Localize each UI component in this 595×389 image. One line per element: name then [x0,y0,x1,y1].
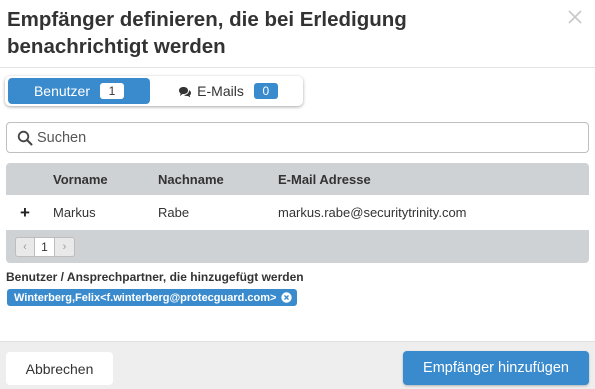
close-icon[interactable] [567,9,583,25]
column-header-nachname[interactable]: Nachname [158,163,224,195]
tab-emails-count-badge: 0 [253,83,278,99]
tab-benutzer-label: Benutzer [33,83,91,99]
column-header-vorname[interactable]: Vorname [53,163,108,195]
users-table: Vorname Nachname E-Mail Adresse + Markus… [6,163,589,263]
cell-email: markus.rabe@securitytrinity.com [278,205,467,220]
pager-current-page[interactable]: 1 [34,237,55,257]
column-header-email[interactable]: E-Mail Adresse [278,163,371,195]
tab-benutzer-count-badge: 1 [100,83,125,99]
table-pager: ‹ 1 › [6,230,589,263]
comments-icon [178,85,192,98]
dialog-header: Empfänger definieren, die bei Erledigung… [0,0,595,68]
add-row-button[interactable]: + [20,195,30,230]
recipient-chip-text: Winterberg,Felix<f.winterberg@protecguar… [14,291,277,304]
search-icon [17,130,33,146]
remove-circle-icon[interactable] [281,292,293,303]
tab-benutzer[interactable]: Benutzer 1 [8,78,150,104]
selected-recipients-label: Benutzer / Ansprechpartner, die hinzugef… [6,270,304,284]
add-recipients-button[interactable]: Empfänger hinzufügen [403,351,589,385]
recipient-tabs: Benutzer 1 E-Mails 0 [5,76,303,106]
dialog-title: Empfänger definieren, die bei Erledigung… [7,8,407,58]
table-header: Vorname Nachname E-Mail Adresse [6,163,589,195]
dialog-footer: Abbrechen Empfänger hinzufügen [0,341,595,389]
plus-icon[interactable]: + [20,203,30,223]
cell-vorname: Markus [53,205,96,220]
cell-nachname: Rabe [158,205,190,220]
search-input[interactable] [37,129,577,146]
table-row[interactable]: + Markus Rabe markus.rabe@securitytrinit… [6,195,589,230]
recipient-chip[interactable]: Winterberg,Felix<f.winterberg@protecguar… [7,289,298,306]
tab-emails-label: E-Mails [197,83,244,99]
tab-emails[interactable]: E-Mails 0 [157,78,299,104]
search-box [6,122,589,153]
cancel-button[interactable]: Abbrechen [6,352,113,385]
pager-prev-button[interactable]: ‹ [15,237,35,257]
pager-next-button[interactable]: › [54,237,75,257]
